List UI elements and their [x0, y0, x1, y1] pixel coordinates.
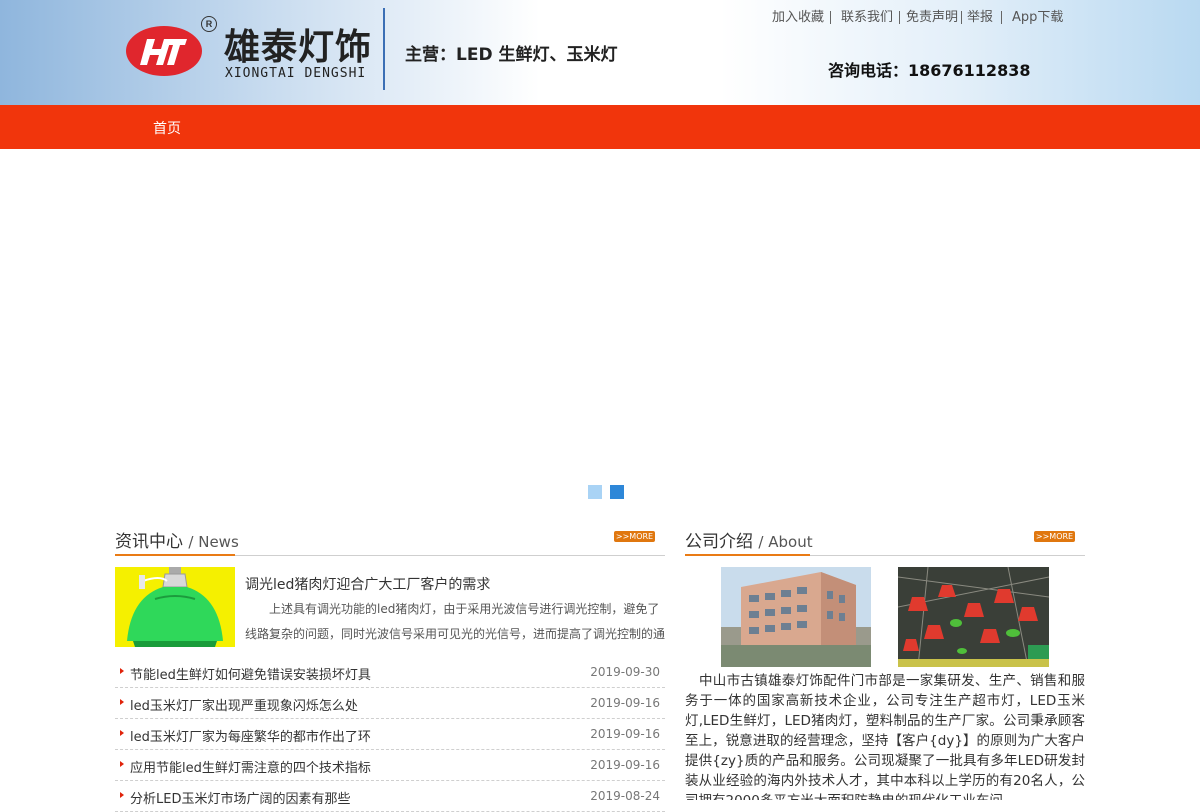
about-title-cn: 公司介绍: [685, 532, 753, 552]
news-item-date: 2019-09-30: [590, 665, 660, 679]
news-item-title[interactable]: led玉米灯厂家出现严重现象闪烁怎么处: [130, 695, 358, 714]
brand-name-en: XIONGTAI DENGSHI: [225, 66, 367, 81]
link-separator: [899, 11, 900, 24]
registered-mark: R: [201, 16, 217, 32]
bullet-icon: [120, 761, 124, 767]
logo-icon[interactable]: [125, 25, 203, 77]
news-section-title: 资讯中心 / News: [115, 527, 239, 552]
news-item[interactable]: led玉米灯厂家为每座繁华的都市作出了环 2019-09-16: [115, 719, 665, 750]
featured-news-summary: 上述具有调光功能的led猪肉灯，由于采用光波信号进行调光控制，避免了线路复杂的问…: [245, 602, 665, 641]
news-item-date: 2019-09-16: [590, 758, 660, 772]
link-separator: [961, 11, 962, 24]
news-item[interactable]: 应用节能led生鲜灯需注意的四个技术指标 2019-09-16: [115, 750, 665, 781]
news-thumbnail[interactable]: [115, 567, 235, 647]
main-nav: 首页: [0, 105, 1200, 149]
nav-item-home[interactable]: 首页: [153, 118, 181, 138]
report-link[interactable]: 举报: [967, 6, 993, 25]
add-favorite-link[interactable]: 加入收藏: [772, 6, 824, 25]
lamp-image: [115, 567, 235, 647]
news-item[interactable]: 分析LED玉米灯市场广阔的因素有那些 2019-08-24: [115, 781, 665, 812]
featured-news-title[interactable]: 调光led猪肉灯迎合广大工厂客户的需求: [245, 574, 490, 594]
app-download-link[interactable]: App下载: [1012, 6, 1063, 25]
news-item-title[interactable]: 应用节能led生鲜灯需注意的四个技术指标: [130, 757, 371, 776]
news-item-title[interactable]: 分析LED玉米灯市场广阔的因素有那些: [130, 788, 350, 807]
news-title-cn: 资讯中心: [115, 532, 183, 552]
slider-dot-2[interactable]: [610, 485, 624, 499]
showroom-picture: [898, 567, 1049, 667]
about-section-title: 公司介绍 / About: [685, 527, 813, 552]
news-item-title[interactable]: 节能led生鲜灯如何避免错误安装损坏灯具: [130, 664, 371, 683]
building-picture: [721, 567, 871, 667]
bullet-icon: [120, 668, 124, 674]
disclaimer-link[interactable]: 免责声明: [906, 6, 958, 25]
bullet-icon: [120, 792, 124, 798]
news-more-button[interactable]: >>MORE: [614, 531, 655, 542]
brand-name: 雄泰灯饰: [224, 27, 373, 68]
hotline: 咨询电话：18676112838: [828, 61, 1031, 80]
banner-slider: [0, 149, 1200, 509]
link-separator: [1001, 11, 1002, 24]
about-title-en: / About: [758, 533, 813, 551]
news-section-accent: [115, 554, 235, 556]
about-section-accent: [685, 554, 810, 556]
news-item-date: 2019-09-16: [590, 727, 660, 741]
link-separator: [830, 11, 831, 24]
news-item-date: 2019-09-16: [590, 696, 660, 710]
about-more-button[interactable]: >>MORE: [1034, 531, 1075, 542]
business-scope: 主营：LED 生鲜灯、玉米灯: [405, 45, 618, 65]
bullet-icon: [120, 699, 124, 705]
bullet-icon: [120, 730, 124, 736]
top-links: 加入收藏 联系我们 免责声明 举报 App下载: [766, 6, 1076, 28]
news-list: 节能led生鲜灯如何避免错误安装损坏灯具 2019-09-30 led玉米灯厂家…: [115, 657, 665, 812]
contact-us-link[interactable]: 联系我们: [841, 6, 893, 25]
news-item[interactable]: led玉米灯厂家出现严重现象闪烁怎么处 2019-09-16: [115, 688, 665, 719]
site-header: R 雄泰灯饰 XIONGTAI DENGSHI 主营：LED 生鲜灯、玉米灯 加…: [0, 0, 1200, 105]
slider-dot-1[interactable]: [588, 485, 602, 499]
company-intro-text: 中山市古镇雄泰灯饰配件门市部是一家集研发、生产、销售和服务于一体的国家高新技术企…: [685, 673, 1085, 800]
lamp-showroom-image[interactable]: [898, 567, 1049, 667]
news-item[interactable]: 节能led生鲜灯如何避免错误安装损坏灯具 2019-09-30: [115, 657, 665, 688]
news-title-en: / News: [188, 533, 239, 551]
news-item-date: 2019-08-24: [590, 789, 660, 803]
company-building-image[interactable]: [721, 567, 871, 667]
header-divider: [383, 8, 385, 90]
news-item-title[interactable]: led玉米灯厂家为每座繁华的都市作出了环: [130, 726, 371, 745]
